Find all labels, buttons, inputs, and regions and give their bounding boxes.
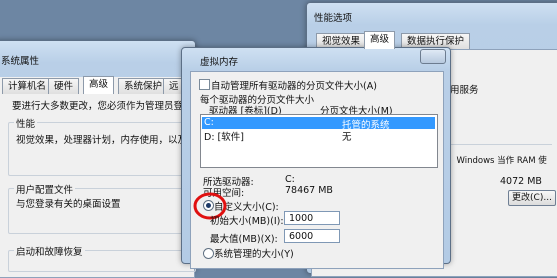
system-managed-radio[interactable] — [203, 248, 214, 259]
performance-options-title: 性能选项 — [314, 13, 353, 24]
drive-row-c-drive: C: — [204, 117, 214, 128]
max-size-label: 最大值(MB)(X): — [210, 234, 278, 245]
close-button[interactable] — [420, 49, 446, 64]
tab-advanced[interactable]: 高级 — [83, 76, 115, 94]
initial-size-label: 初始大小(MB)(I): — [210, 216, 284, 227]
drive-row-c[interactable]: C: 托管的系统 — [202, 117, 435, 131]
initial-size-input[interactable]: 1000 — [284, 211, 340, 225]
drive-list[interactable]: C: 托管的系统 D: [软件] 无 — [200, 114, 438, 168]
perf-snippet-ram: ，Windows 当作 RAM 使 — [448, 156, 547, 166]
virtual-memory-title: 虚拟内存 — [200, 57, 239, 68]
perf-divider — [448, 144, 552, 145]
user-profile-description: 与您登录有关的桌面设置 — [16, 199, 121, 210]
drive-row-d-size: 无 — [342, 132, 352, 143]
tab-perf-advanced[interactable]: 高级 — [364, 31, 396, 49]
max-size-input[interactable]: 6000 — [284, 229, 340, 243]
tab-system-protection[interactable]: 系统保护 — [118, 78, 169, 94]
performance-group — [8, 122, 196, 176]
drive-row-d-drive: D: [软件] — [204, 132, 244, 143]
tab-hardware[interactable]: 硬件 — [48, 78, 80, 94]
perf-snippet-services: 用服务 — [450, 85, 479, 96]
admin-notice: 要进行大多数更改，您必须作为管理员登录 — [12, 101, 193, 112]
auto-manage-checkbox[interactable] — [199, 79, 210, 90]
system-managed-label: 系统管理的大小(Y) — [214, 249, 294, 260]
auto-manage-label: 自动管理所有驱动器的分页文件大小(A) — [211, 81, 377, 92]
performance-group-label: 性能 — [14, 116, 38, 130]
selected-drive-value: C: — [285, 174, 295, 185]
drive-row-d[interactable]: D: [软件] 无 — [202, 129, 435, 143]
change-button[interactable]: 更改(C)... — [508, 190, 556, 206]
performance-description: 视觉效果，处理器计划，内存使用，以及 — [16, 135, 188, 146]
system-properties-title: 系统属性 — [1, 56, 40, 67]
tab-computer-name[interactable]: 计算机名 — [2, 78, 53, 94]
free-space-value: 78467 MB — [285, 185, 333, 196]
user-profile-group-label: 用户配置文件 — [14, 182, 76, 196]
paging-file-total-size: 4072 MB — [500, 176, 542, 187]
